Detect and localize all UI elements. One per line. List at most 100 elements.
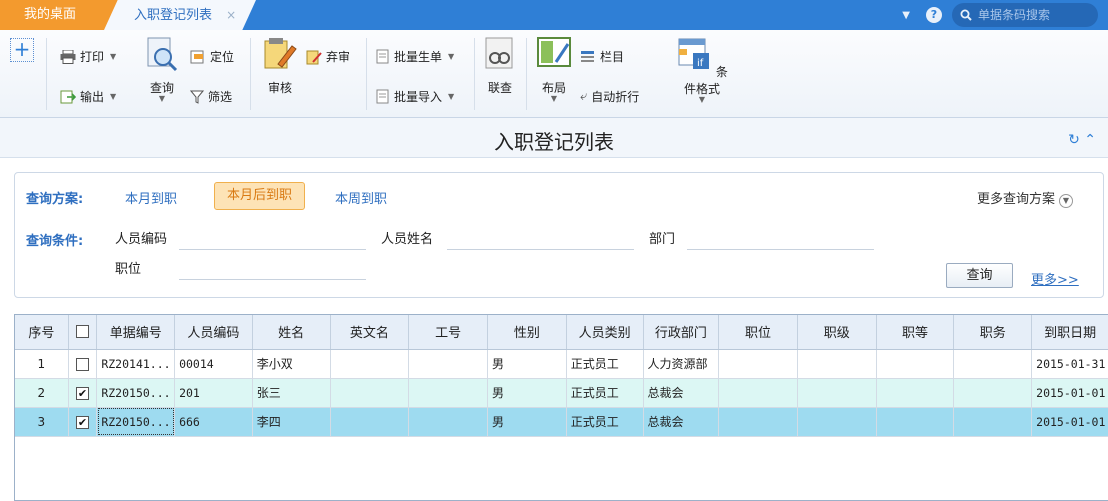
tab-my-desktop[interactable]: 我的桌面 xyxy=(0,0,118,30)
doc-no-cell[interactable]: RZ20150... xyxy=(96,407,176,437)
plan-this-week[interactable]: 本周到职 xyxy=(335,188,387,207)
row-checkbox-cell[interactable]: ✔ xyxy=(68,378,98,408)
category-cell[interactable]: 正式员工 xyxy=(566,349,644,379)
batch-import-dropdown-icon[interactable]: ▼ xyxy=(448,92,454,101)
help-icon[interactable]: ? xyxy=(926,7,942,23)
grade-cell[interactable] xyxy=(876,349,955,379)
column-header[interactable]: 职务 xyxy=(953,315,1033,350)
print-button[interactable]: 打印 ▼ xyxy=(60,48,116,65)
department-field[interactable] xyxy=(687,249,874,250)
table-row[interactable]: 3 ✔ RZ20150... 666 李四 男 正式员工 总裁会 2015-01… xyxy=(15,407,1108,437)
column-header[interactable]: 性别 xyxy=(487,315,567,350)
department-cell[interactable]: 总裁会 xyxy=(643,378,720,408)
name-cell[interactable]: 李四 xyxy=(252,407,331,437)
column-header[interactable]: 人员类别 xyxy=(566,315,644,350)
row-checkbox-cell[interactable] xyxy=(68,349,98,379)
plan-after-this-month[interactable]: 本月后到职 xyxy=(214,182,305,210)
column-header[interactable]: 职等 xyxy=(876,315,955,350)
column-header[interactable]: 人员编码 xyxy=(174,315,253,350)
batch-generate-button[interactable]: 批量生单 ▼ xyxy=(376,48,454,65)
english-name-cell[interactable] xyxy=(330,349,410,379)
name-cell[interactable]: 张三 xyxy=(252,378,331,408)
rank-cell[interactable] xyxy=(797,378,877,408)
position-cell[interactable] xyxy=(718,378,798,408)
row-checkbox-cell[interactable]: ✔ xyxy=(68,407,98,437)
column-header[interactable]: 职位 xyxy=(718,315,798,350)
position-cell[interactable] xyxy=(718,349,798,379)
batch-generate-dropdown-icon[interactable]: ▼ xyxy=(448,52,454,61)
column-header[interactable]: 工号 xyxy=(408,315,489,350)
dropdown-triangle-icon[interactable]: ▼ xyxy=(902,10,910,21)
employee-code-field[interactable] xyxy=(179,249,366,250)
grade-cell[interactable] xyxy=(876,378,955,408)
select-all-checkbox[interactable] xyxy=(76,325,89,339)
add-button[interactable]: + xyxy=(10,38,34,62)
audit-button[interactable]: 审核 xyxy=(262,36,298,96)
job-no-cell[interactable] xyxy=(408,407,489,437)
layout-button[interactable]: 布局 ▼ xyxy=(536,36,572,103)
query-button[interactable]: 查询 ▼ xyxy=(144,36,180,103)
query-dropdown-icon[interactable]: ▼ xyxy=(144,95,180,103)
job-no-cell[interactable] xyxy=(408,349,489,379)
duty-cell[interactable] xyxy=(953,378,1033,408)
barcode-search-input[interactable] xyxy=(978,8,1088,22)
department-cell[interactable]: 总裁会 xyxy=(643,407,720,437)
gender-cell[interactable]: 男 xyxy=(487,407,567,437)
column-header[interactable]: 行政部门 xyxy=(643,315,720,350)
duty-cell[interactable] xyxy=(953,407,1033,437)
english-name-cell[interactable] xyxy=(330,378,410,408)
more-query-plans[interactable]: 更多查询方案 ▼ xyxy=(977,188,1073,208)
category-cell[interactable]: 正式员工 xyxy=(566,378,644,408)
column-header[interactable]: 英文名 xyxy=(330,315,410,350)
gender-cell[interactable]: 男 xyxy=(487,349,567,379)
column-header[interactable]: 到职日期 xyxy=(1031,315,1108,350)
column-header[interactable]: 序号 xyxy=(15,315,69,350)
export-dropdown-icon[interactable]: ▼ xyxy=(110,92,116,101)
english-name-cell[interactable] xyxy=(330,407,410,437)
layout-dropdown-icon[interactable]: ▼ xyxy=(536,95,572,103)
print-dropdown-icon[interactable]: ▼ xyxy=(110,52,116,61)
job-no-cell[interactable] xyxy=(408,378,489,408)
rank-cell[interactable] xyxy=(797,349,877,379)
employee-code-cell[interactable]: 666 xyxy=(174,407,253,437)
position-field[interactable] xyxy=(179,279,366,280)
category-cell[interactable]: 正式员工 xyxy=(566,407,644,437)
row-checkbox[interactable] xyxy=(76,357,89,371)
query-submit-button[interactable]: 查询 xyxy=(946,263,1013,288)
name-cell[interactable]: 李小双 xyxy=(252,349,331,379)
gender-cell[interactable]: 男 xyxy=(487,378,567,408)
filter-button[interactable]: 筛选 xyxy=(190,88,232,105)
tab-onboarding-list[interactable]: 入职登记列表 × xyxy=(104,0,256,30)
close-icon[interactable]: × xyxy=(226,8,236,22)
plan-this-month[interactable]: 本月到职 xyxy=(125,188,177,207)
column-header[interactable]: 职级 xyxy=(797,315,877,350)
more-conditions-link[interactable]: 更多>> xyxy=(1031,269,1079,288)
column-header[interactable]: 单据编号 xyxy=(96,315,176,350)
table-row[interactable]: 1 RZ20141... 00014 李小双 男 正式员工 人力资源部 2015… xyxy=(15,349,1108,379)
refresh-icon[interactable]: ↻ ⌃ xyxy=(1068,132,1096,148)
row-checkbox[interactable]: ✔ xyxy=(76,386,89,400)
export-button[interactable]: 输出 ▼ xyxy=(60,88,116,105)
linked-query-button[interactable]: 联查 xyxy=(482,36,518,96)
employee-code-cell[interactable]: 201 xyxy=(174,378,253,408)
table-row[interactable]: 2 ✔ RZ20150... 201 张三 男 正式员工 总裁会 2015-01… xyxy=(15,378,1108,408)
column-header[interactable]: 姓名 xyxy=(252,315,331,350)
columns-button[interactable]: 栏目 xyxy=(580,48,624,65)
conditional-format-dropdown-icon[interactable]: ▼ xyxy=(672,96,732,104)
rank-cell[interactable] xyxy=(797,407,877,437)
doc-no-cell[interactable]: RZ20150... xyxy=(96,378,176,408)
hire-date-cell[interactable]: 2015-01-31 xyxy=(1031,349,1108,379)
locate-button[interactable]: 定位 xyxy=(190,48,234,65)
department-cell[interactable]: 人力资源部 xyxy=(643,349,720,379)
select-all-header[interactable] xyxy=(68,315,98,350)
hire-date-cell[interactable]: 2015-01-01 xyxy=(1031,407,1108,437)
hire-date-cell[interactable]: 2015-01-01 xyxy=(1031,378,1108,408)
barcode-search-box[interactable] xyxy=(952,3,1098,27)
row-checkbox[interactable]: ✔ xyxy=(76,415,89,429)
batch-import-button[interactable]: 批量导入 ▼ xyxy=(376,88,454,105)
grade-cell[interactable] xyxy=(876,407,955,437)
doc-no-cell[interactable]: RZ20141... xyxy=(96,349,176,379)
abandon-audit-button[interactable]: 弃审 xyxy=(306,48,350,65)
employee-code-cell[interactable]: 00014 xyxy=(174,349,253,379)
employee-name-field[interactable] xyxy=(447,249,634,250)
